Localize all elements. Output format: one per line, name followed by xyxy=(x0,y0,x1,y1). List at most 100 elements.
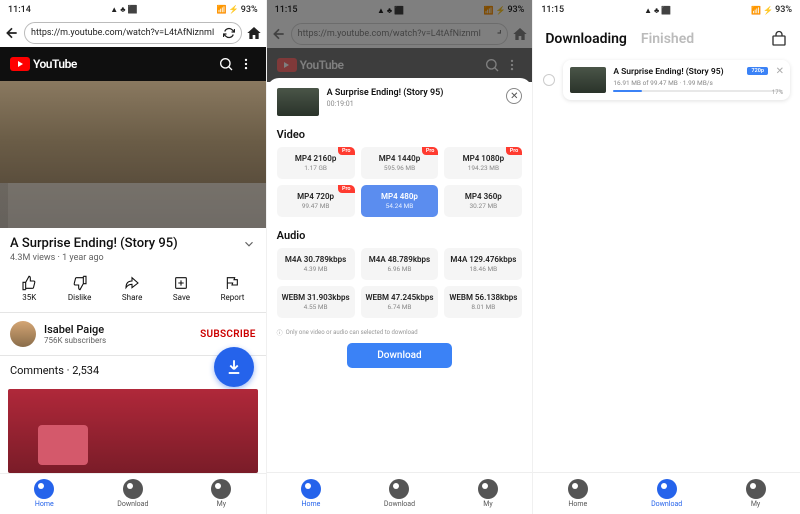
nav-my[interactable]: My xyxy=(177,474,266,514)
download-percent: 17% xyxy=(772,89,783,96)
download-progress-text: 16.91 MB of 99.47 MB · 1.99 MB/s xyxy=(613,79,783,87)
nav-download[interactable]: Download xyxy=(355,473,444,514)
url-field[interactable]: https://m.youtube.com/watch?v=L4tAfNiznm… xyxy=(24,22,242,44)
bottom-nav: Home Download My xyxy=(0,473,266,514)
nav-home[interactable]: Home xyxy=(267,473,356,514)
sheet-duration: 00:19:01 xyxy=(327,100,499,108)
nav-home[interactable]: Home xyxy=(533,473,622,514)
audio-section-label: Audio xyxy=(277,229,523,242)
format-option[interactable]: WEBM 31.903kbps4.55 MB xyxy=(277,286,355,318)
pro-badge: Pro xyxy=(338,147,355,155)
youtube-logo-icon xyxy=(10,57,30,71)
bottom-nav: Home Download My xyxy=(533,472,800,514)
select-radio[interactable] xyxy=(543,74,555,86)
close-icon[interactable]: ✕ xyxy=(506,88,522,104)
video-section-label: Video xyxy=(277,128,523,141)
video-actions: 35K Dislike Share Save Report xyxy=(0,271,266,312)
share-button[interactable]: Share xyxy=(122,275,142,302)
pro-badge: Pro xyxy=(422,147,439,155)
video-title[interactable]: A Surprise Ending! (Story 95) xyxy=(10,236,236,251)
private-icon[interactable] xyxy=(770,30,788,48)
format-label: MP4 1080p xyxy=(448,154,518,163)
format-option[interactable]: ProMP4 720p99.47 MB xyxy=(277,185,355,217)
back-icon[interactable] xyxy=(4,25,20,41)
format-size: 6.74 MB xyxy=(365,303,435,311)
youtube-logo[interactable]: YouTube xyxy=(10,57,77,71)
nav-my[interactable]: My xyxy=(711,473,800,514)
url-bar: https://m.youtube.com/watch?v=L4tAfNiznm… xyxy=(0,20,266,48)
format-option[interactable]: WEBM 56.138kbps8.01 MB xyxy=(444,286,522,318)
subscribe-button[interactable]: SUBSCRIBE xyxy=(200,329,256,340)
status-battery: 93% xyxy=(241,5,258,15)
format-option[interactable]: M4A 30.789kbps4.39 MB xyxy=(277,248,355,280)
download-button[interactable]: Download xyxy=(347,343,451,368)
youtube-header: YouTube xyxy=(0,47,266,80)
format-label: M4A 48.789kbps xyxy=(365,255,435,264)
status-notif-icons: ▲ ♣ ⬛ xyxy=(110,5,137,14)
backdrop[interactable] xyxy=(267,0,533,82)
format-label: MP4 720p xyxy=(281,192,351,201)
nav-home[interactable]: Home xyxy=(0,474,89,514)
format-option[interactable]: M4A 129.476kbps18.46 MB xyxy=(444,248,522,280)
nav-my[interactable]: My xyxy=(444,473,533,514)
video-meta: 4.3M views · 1 year ago xyxy=(0,253,266,271)
avatar xyxy=(10,321,36,347)
format-option[interactable]: M4A 48.789kbps6.96 MB xyxy=(361,248,439,280)
format-size: 4.39 MB xyxy=(281,265,351,273)
format-option[interactable]: ProMP4 1440p595.96 MB xyxy=(361,147,439,179)
nav-download[interactable]: Download xyxy=(622,473,711,514)
format-option[interactable]: ProMP4 1080p194.23 MB xyxy=(444,147,522,179)
pro-badge: Pro xyxy=(506,147,523,155)
youtube-logo-text: YouTube xyxy=(33,57,77,71)
like-button[interactable]: 35K xyxy=(21,275,37,302)
search-icon[interactable] xyxy=(216,56,236,72)
screen-browser: 11:14 ▲ ♣ ⬛ 📶 ⚡ 93% https://m.youtube.co… xyxy=(0,0,267,514)
comments-row[interactable]: Comments · 2,534 xyxy=(0,356,266,385)
report-button[interactable]: Report xyxy=(221,275,245,302)
channel-name: Isabel Paige xyxy=(44,323,192,336)
format-label: WEBM 47.245kbps xyxy=(365,293,435,302)
status-time: 11:15 xyxy=(541,5,564,15)
cancel-download-icon[interactable]: ✕ xyxy=(776,66,784,77)
video-thumbnail[interactable] xyxy=(0,81,266,228)
format-size: 18.46 MB xyxy=(448,265,518,273)
bottom-nav: Home Download My xyxy=(267,472,533,514)
status-time: 11:14 xyxy=(8,5,31,15)
download-fab[interactable] xyxy=(214,347,254,387)
format-label: MP4 1440p xyxy=(365,154,435,163)
more-icon[interactable] xyxy=(236,57,256,71)
download-sheet: A Surprise Ending! (Story 95) 00:19:01 ✕… xyxy=(267,78,533,472)
format-option[interactable]: ProMP4 2160p1.17 GB xyxy=(277,147,355,179)
video-options-grid: ProMP4 2160p1.17 GBProMP4 1440p595.96 MB… xyxy=(277,147,523,217)
tab-downloading[interactable]: Downloading xyxy=(545,31,627,47)
format-option[interactable]: MP4 360p30.27 MB xyxy=(444,185,522,217)
url-text: https://m.youtube.com/watch?v=L4tAfNiznm… xyxy=(31,28,223,38)
pro-badge: Pro xyxy=(338,185,355,193)
dislike-button[interactable]: Dislike xyxy=(68,275,91,302)
format-label: WEBM 56.138kbps xyxy=(448,293,518,302)
sheet-note: ⓘ Only one video or audio can selected t… xyxy=(277,328,523,337)
nav-download[interactable]: Download xyxy=(89,474,178,514)
format-label: M4A 129.476kbps xyxy=(448,255,518,264)
format-option[interactable]: WEBM 47.245kbps6.74 MB xyxy=(361,286,439,318)
tab-finished[interactable]: Finished xyxy=(641,31,694,47)
format-option[interactable]: MP4 480p54.24 MB xyxy=(361,185,439,217)
format-size: 6.96 MB xyxy=(365,265,435,273)
save-button[interactable]: Save xyxy=(173,275,190,302)
progress-bar xyxy=(613,90,783,92)
status-bar: 11:14 ▲ ♣ ⬛ 📶 ⚡ 93% xyxy=(0,0,266,20)
format-size: 99.47 MB xyxy=(281,202,351,210)
format-label: WEBM 31.903kbps xyxy=(281,293,351,302)
download-card[interactable]: A Surprise Ending! (Story 95) 16.91 MB o… xyxy=(563,60,790,100)
screen-downloading: 11:15 ▲ ♣ ⬛ 📶 ⚡93% Downloading Finished … xyxy=(533,0,800,514)
status-bar: 11:15 ▲ ♣ ⬛ 📶 ⚡93% xyxy=(533,0,800,20)
chevron-down-icon[interactable] xyxy=(242,237,256,251)
audio-options-grid: M4A 30.789kbps4.39 MBM4A 48.789kbps6.96 … xyxy=(277,248,523,318)
recommended-thumbnail[interactable] xyxy=(8,389,258,473)
refresh-icon[interactable] xyxy=(223,27,235,39)
home-icon[interactable] xyxy=(246,25,262,41)
format-size: 194.23 MB xyxy=(448,164,518,172)
format-size: 1.17 GB xyxy=(281,164,351,172)
download-tabs: Downloading Finished xyxy=(533,20,800,54)
format-label: MP4 2160p xyxy=(281,154,351,163)
